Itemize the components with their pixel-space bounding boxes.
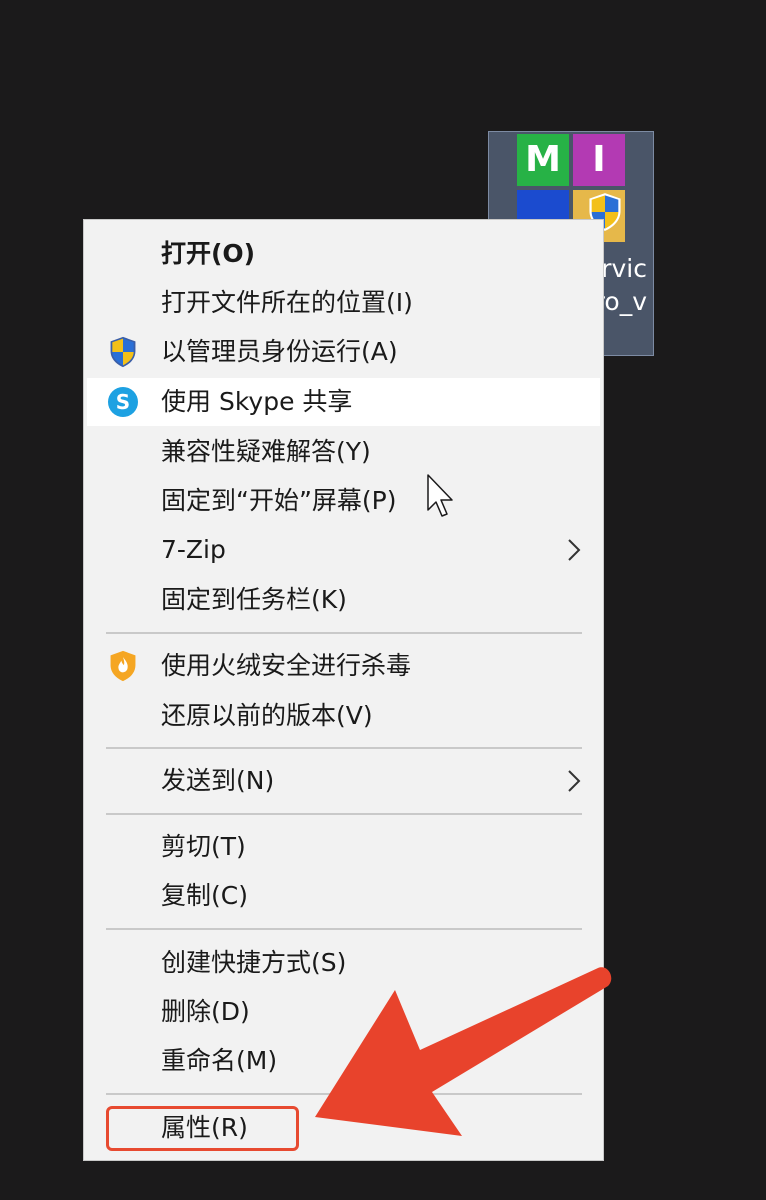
skype-icon: S	[108, 387, 138, 417]
menu-item-restore-previous-versions[interactable]: 还原以前的版本(V)	[87, 692, 600, 740]
menu-item-label: 使用火绒安全进行杀毒	[161, 651, 412, 680]
menu-item-cut[interactable]: 剪切(T)	[87, 823, 600, 871]
menu-item-label: 发送到(N)	[161, 766, 275, 795]
menu-item-label: 创建快捷方式(S)	[161, 948, 347, 977]
huorong-icon	[110, 650, 136, 682]
menu-item-label: 打开(O)	[161, 239, 256, 268]
logo-tile-m: M	[517, 134, 569, 186]
menu-item-7zip[interactable]: 7-Zip	[87, 526, 600, 574]
menu-item-label: 删除(D)	[161, 997, 250, 1026]
menu-item-label: 打开文件所在的位置(I)	[161, 288, 413, 317]
menu-separator	[106, 632, 582, 634]
menu-item-compatibility-troubleshoot[interactable]: 兼容性疑难解答(Y)	[87, 428, 600, 476]
menu-item-huorong-scan[interactable]: 使用火绒安全进行杀毒	[87, 642, 600, 690]
mouse-cursor-icon	[427, 474, 453, 517]
svg-text:S: S	[116, 390, 130, 414]
menu-item-label: 复制(C)	[161, 881, 248, 910]
menu-item-delete[interactable]: 删除(D)	[87, 988, 600, 1036]
logo-tile-i: I	[573, 134, 625, 186]
menu-separator	[106, 1093, 582, 1095]
menu-item-send-to[interactable]: 发送到(N)	[87, 757, 600, 805]
menu-item-label: 剪切(T)	[161, 832, 246, 861]
menu-item-label: 7-Zip	[161, 535, 226, 564]
menu-item-label: 固定到“开始”屏幕(P)	[161, 486, 397, 515]
menu-separator	[106, 747, 582, 749]
menu-item-label: 还原以前的版本(V)	[161, 701, 373, 730]
menu-item-label: 使用 Skype 共享	[161, 387, 353, 416]
menu-item-create-shortcut[interactable]: 创建快捷方式(S)	[87, 939, 600, 987]
menu-item-pin-to-start[interactable]: 固定到“开始”屏幕(P)	[87, 477, 600, 525]
menu-separator	[106, 813, 582, 815]
menu-separator	[106, 928, 582, 930]
menu-item-pin-to-taskbar[interactable]: 固定到任务栏(K)	[87, 576, 600, 624]
menu-item-share-skype[interactable]: S 使用 Skype 共享	[87, 378, 600, 426]
uac-shield-icon	[110, 336, 136, 368]
desktop: M I rvic ro_v 打开(O) 打开文件所在的位置(I) 以管理员身份运…	[0, 0, 766, 1200]
chevron-right-icon	[568, 539, 581, 561]
menu-item-label: 以管理员身份运行(A)	[161, 337, 398, 366]
annotation-highlight-box	[106, 1106, 299, 1151]
menu-item-copy[interactable]: 复制(C)	[87, 872, 600, 920]
menu-item-open[interactable]: 打开(O)	[87, 230, 600, 278]
menu-item-open-file-location[interactable]: 打开文件所在的位置(I)	[87, 279, 600, 327]
menu-item-label: 重命名(M)	[161, 1046, 278, 1075]
menu-item-label: 兼容性疑难解答(Y)	[161, 437, 371, 466]
chevron-right-icon	[568, 770, 581, 792]
menu-item-rename[interactable]: 重命名(M)	[87, 1037, 600, 1085]
menu-item-run-as-admin[interactable]: 以管理员身份运行(A)	[87, 328, 600, 376]
menu-item-label: 固定到任务栏(K)	[161, 585, 347, 614]
context-menu: 打开(O) 打开文件所在的位置(I) 以管理员身份运行(A) S 使用 Skyp…	[83, 219, 604, 1161]
